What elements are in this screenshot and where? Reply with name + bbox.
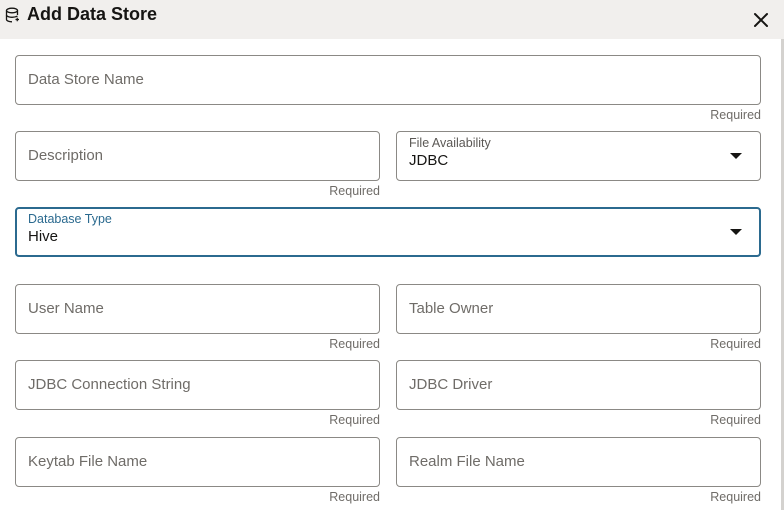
database-icon	[5, 7, 19, 23]
data-store-name-required: Required	[710, 108, 761, 122]
description-placeholder: Description	[28, 147, 104, 164]
realm-file-name-field[interactable]: Realm File Name	[396, 437, 761, 487]
dialog-header: Add Data Store	[0, 0, 784, 39]
user-name-required: Required	[329, 337, 380, 351]
data-store-name-placeholder: Data Store Name	[28, 71, 144, 88]
keytab-file-name-required: Required	[329, 490, 380, 504]
jdbc-driver-placeholder: JDBC Driver	[409, 376, 493, 393]
realm-file-name-placeholder: Realm File Name	[409, 453, 525, 470]
close-icon[interactable]	[750, 8, 772, 30]
description-field[interactable]: Description	[15, 131, 380, 181]
dialog-title: Add Data Store	[27, 4, 158, 24]
data-store-name-field[interactable]: Data Store Name	[15, 55, 761, 105]
user-name-placeholder: User Name	[28, 300, 104, 317]
jdbc-connection-string-placeholder: JDBC Connection String	[28, 376, 191, 393]
file-availability-select[interactable]: File Availability JDBC	[396, 131, 761, 181]
realm-file-name-required: Required	[710, 490, 761, 504]
table-owner-field[interactable]: Table Owner	[396, 284, 761, 334]
chevron-down-icon	[730, 153, 742, 159]
jdbc-driver-required: Required	[710, 413, 761, 427]
database-type-label: Database Type	[28, 212, 112, 226]
file-availability-label: File Availability	[409, 136, 491, 150]
jdbc-connection-string-field[interactable]: JDBC Connection String	[15, 360, 380, 410]
keytab-file-name-field[interactable]: Keytab File Name	[15, 437, 380, 487]
description-required: Required	[329, 184, 380, 198]
file-availability-value: JDBC	[409, 152, 449, 169]
database-type-select[interactable]: Database Type Hive	[15, 207, 761, 257]
jdbc-connection-string-required: Required	[329, 413, 380, 427]
keytab-file-name-placeholder: Keytab File Name	[28, 453, 148, 470]
table-owner-required: Required	[710, 337, 761, 351]
database-type-value: Hive	[28, 228, 59, 245]
user-name-field[interactable]: User Name	[15, 284, 380, 334]
jdbc-driver-field[interactable]: JDBC Driver	[396, 360, 761, 410]
table-owner-placeholder: Table Owner	[409, 300, 494, 317]
chevron-down-icon	[730, 229, 742, 235]
